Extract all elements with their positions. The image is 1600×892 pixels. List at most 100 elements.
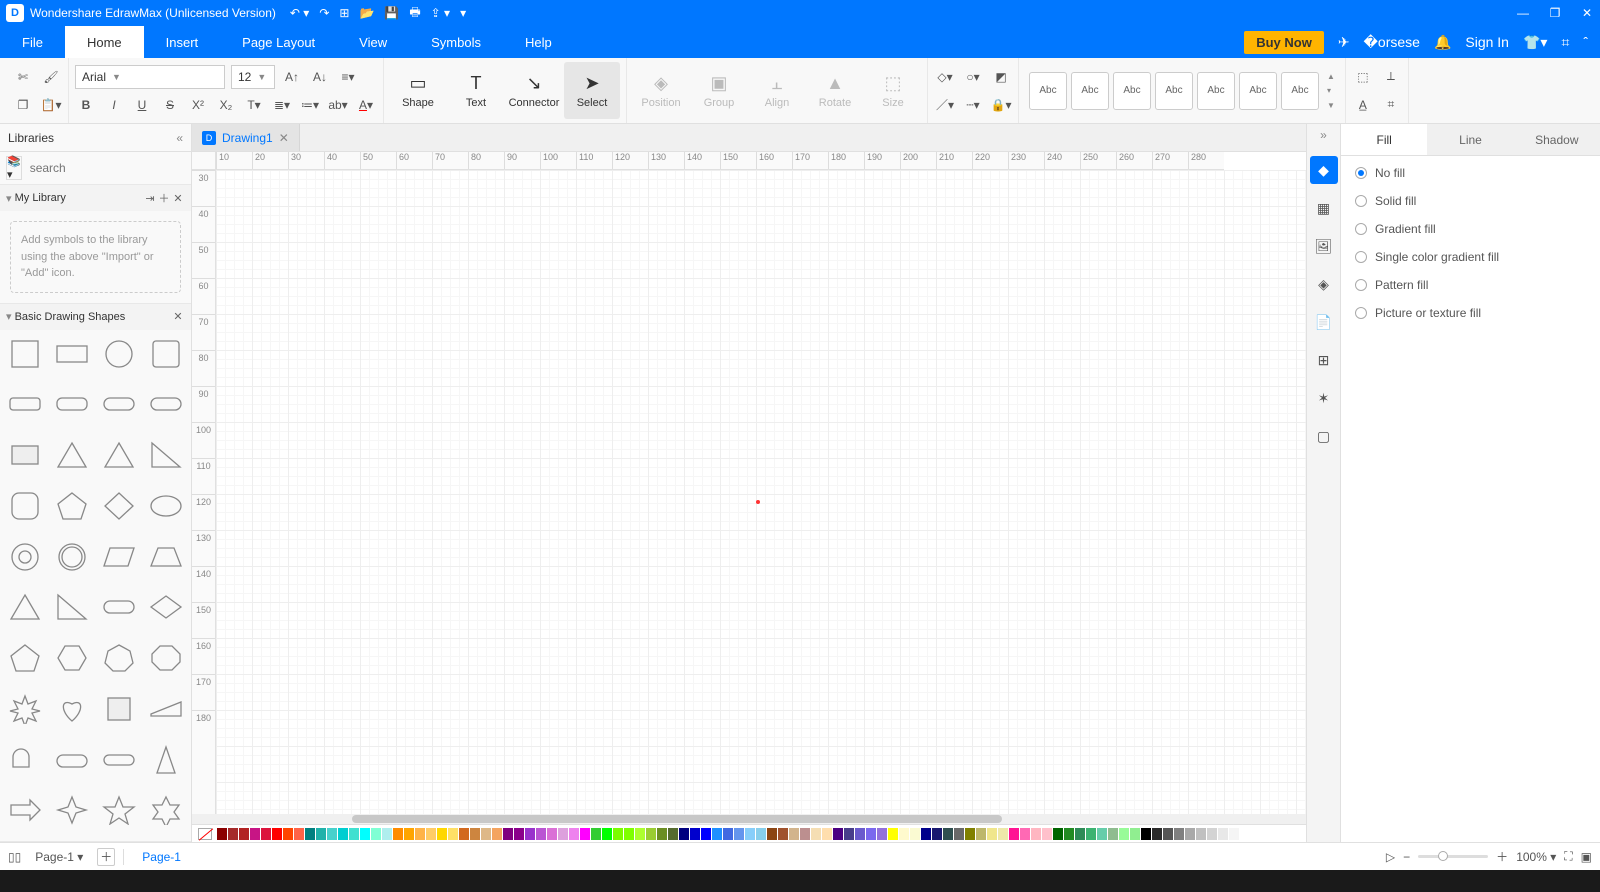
fill-option[interactable]: Picture or texture fill [1355,306,1586,320]
shape-triangle-1[interactable] [53,437,92,473]
group-button[interactable]: ▣Group [691,62,747,119]
shape-donut[interactable] [6,539,45,575]
shape-stadium[interactable] [146,386,185,422]
shape-double-circle[interactable] [53,539,92,575]
color-swatch[interactable] [679,828,689,840]
color-swatch[interactable] [1229,828,1239,840]
layout-grid-icon[interactable]: ▦ [1310,194,1338,222]
new-icon[interactable]: ⊞ [339,6,349,20]
color-swatch[interactable] [492,828,502,840]
shape-trapezoid[interactable] [146,539,185,575]
color-swatch[interactable] [503,828,513,840]
style-preset-2[interactable]: Abc [1071,72,1109,110]
menu-home[interactable]: Home [65,26,144,58]
select-all-icon[interactable]: ⬚ [1352,66,1374,88]
line-spacing-icon[interactable]: ≣▾ [271,94,293,116]
shadow-icon[interactable]: ◩ [990,66,1012,88]
style-preset-5[interactable]: Abc [1197,72,1235,110]
color-swatch[interactable] [250,828,260,840]
color-swatch[interactable] [921,828,931,840]
shape-rectangle[interactable] [53,336,92,372]
color-swatch[interactable] [415,828,425,840]
select-tool[interactable]: ➤Select [564,62,620,119]
color-swatch[interactable] [1086,828,1096,840]
shape-filled-square[interactable] [100,691,139,727]
color-swatch[interactable] [261,828,271,840]
style-preset-1[interactable]: Abc [1029,72,1067,110]
shape-rounded-rect-1[interactable] [6,386,45,422]
format-fill-icon[interactable]: ◆ [1310,156,1338,184]
color-swatch[interactable] [855,828,865,840]
zoom-slider[interactable] [1418,855,1488,858]
color-swatch[interactable] [767,828,777,840]
horizontal-scrollbar[interactable] [192,814,1306,824]
strike-icon[interactable]: S [159,94,181,116]
shape-rounded-rect-3[interactable] [100,386,139,422]
text-effects-icon[interactable]: A̲ [1352,94,1374,116]
add-icon[interactable]: ＋ [157,190,171,206]
color-swatch[interactable] [712,828,722,840]
shape-filled-rect[interactable] [6,437,45,473]
style-preset-7[interactable]: Abc [1281,72,1319,110]
color-swatch[interactable] [393,828,403,840]
text-case-icon[interactable]: ab▾ [327,94,349,116]
style-down-icon[interactable]: ▼ [1327,101,1335,110]
color-swatch[interactable] [1141,828,1151,840]
layers-icon[interactable]: ◈ [1310,270,1338,298]
color-swatch[interactable] [437,828,447,840]
shape-star-6[interactable] [146,792,185,828]
font-family-select[interactable]: Arial▼ [75,65,225,89]
menu-symbols[interactable]: Symbols [409,26,503,58]
play-icon[interactable]: ▷ [1386,850,1395,864]
collapse-left-icon[interactable]: « [176,131,183,145]
shape-half-round[interactable] [6,742,45,778]
color-swatch[interactable] [1240,828,1250,840]
library-picker-icon[interactable]: 📚▾ [6,156,22,180]
color-swatch[interactable] [580,828,590,840]
style-preset-3[interactable]: Abc [1113,72,1151,110]
shape-diamond[interactable] [100,488,139,524]
shape-rounded-sq-2[interactable] [6,488,45,524]
color-swatch[interactable] [228,828,238,840]
shape-tall-triangle[interactable] [146,742,185,778]
color-swatch[interactable] [404,828,414,840]
format-painter-icon[interactable]: 🖌 [40,66,62,88]
rotate-button[interactable]: ▲Rotate [807,62,863,119]
shape-triangle-2[interactable] [100,437,139,473]
buy-now-button[interactable]: Buy Now [1244,31,1324,54]
color-swatch[interactable] [1174,828,1184,840]
shape-pill[interactable] [100,589,139,625]
shape-parallelogram[interactable] [100,539,139,575]
color-swatch[interactable] [756,828,766,840]
color-swatch[interactable] [723,828,733,840]
size-button[interactable]: ⬚Size [865,62,921,119]
collapse-ribbon-icon[interactable]: ˆ [1583,34,1588,50]
search-input[interactable] [26,157,189,179]
zoom-out-icon[interactable]: − [1403,850,1410,864]
subscript-icon[interactable]: X₂ [215,94,237,116]
color-swatch[interactable] [1064,828,1074,840]
add-page-button[interactable]: ＋ [97,848,115,866]
color-swatch[interactable] [811,828,821,840]
share-icon[interactable]: �orsese [1364,34,1420,51]
paste-icon[interactable]: 📋▾ [40,94,62,116]
fit-page-icon[interactable]: ⛶ [1564,849,1572,864]
align-button[interactable]: ⫠Align [749,62,805,119]
color-swatch[interactable] [745,828,755,840]
color-swatch[interactable] [316,828,326,840]
color-swatch[interactable] [602,828,612,840]
style-more-icon[interactable]: ▾ [1327,86,1335,95]
color-swatch[interactable] [360,828,370,840]
shape-rhombus[interactable] [146,589,185,625]
redo-icon[interactable]: ↷ [319,6,329,20]
shape-star-4[interactable] [53,792,92,828]
color-swatch[interactable] [217,828,227,840]
color-swatch[interactable] [1042,828,1052,840]
color-swatch[interactable] [382,828,392,840]
color-swatch[interactable] [481,828,491,840]
fill-option[interactable]: Solid fill [1355,194,1586,208]
color-swatch[interactable] [514,828,524,840]
color-swatch[interactable] [965,828,975,840]
menu-page-layout[interactable]: Page Layout [220,26,337,58]
font-color-icon[interactable]: A▾ [355,94,377,116]
